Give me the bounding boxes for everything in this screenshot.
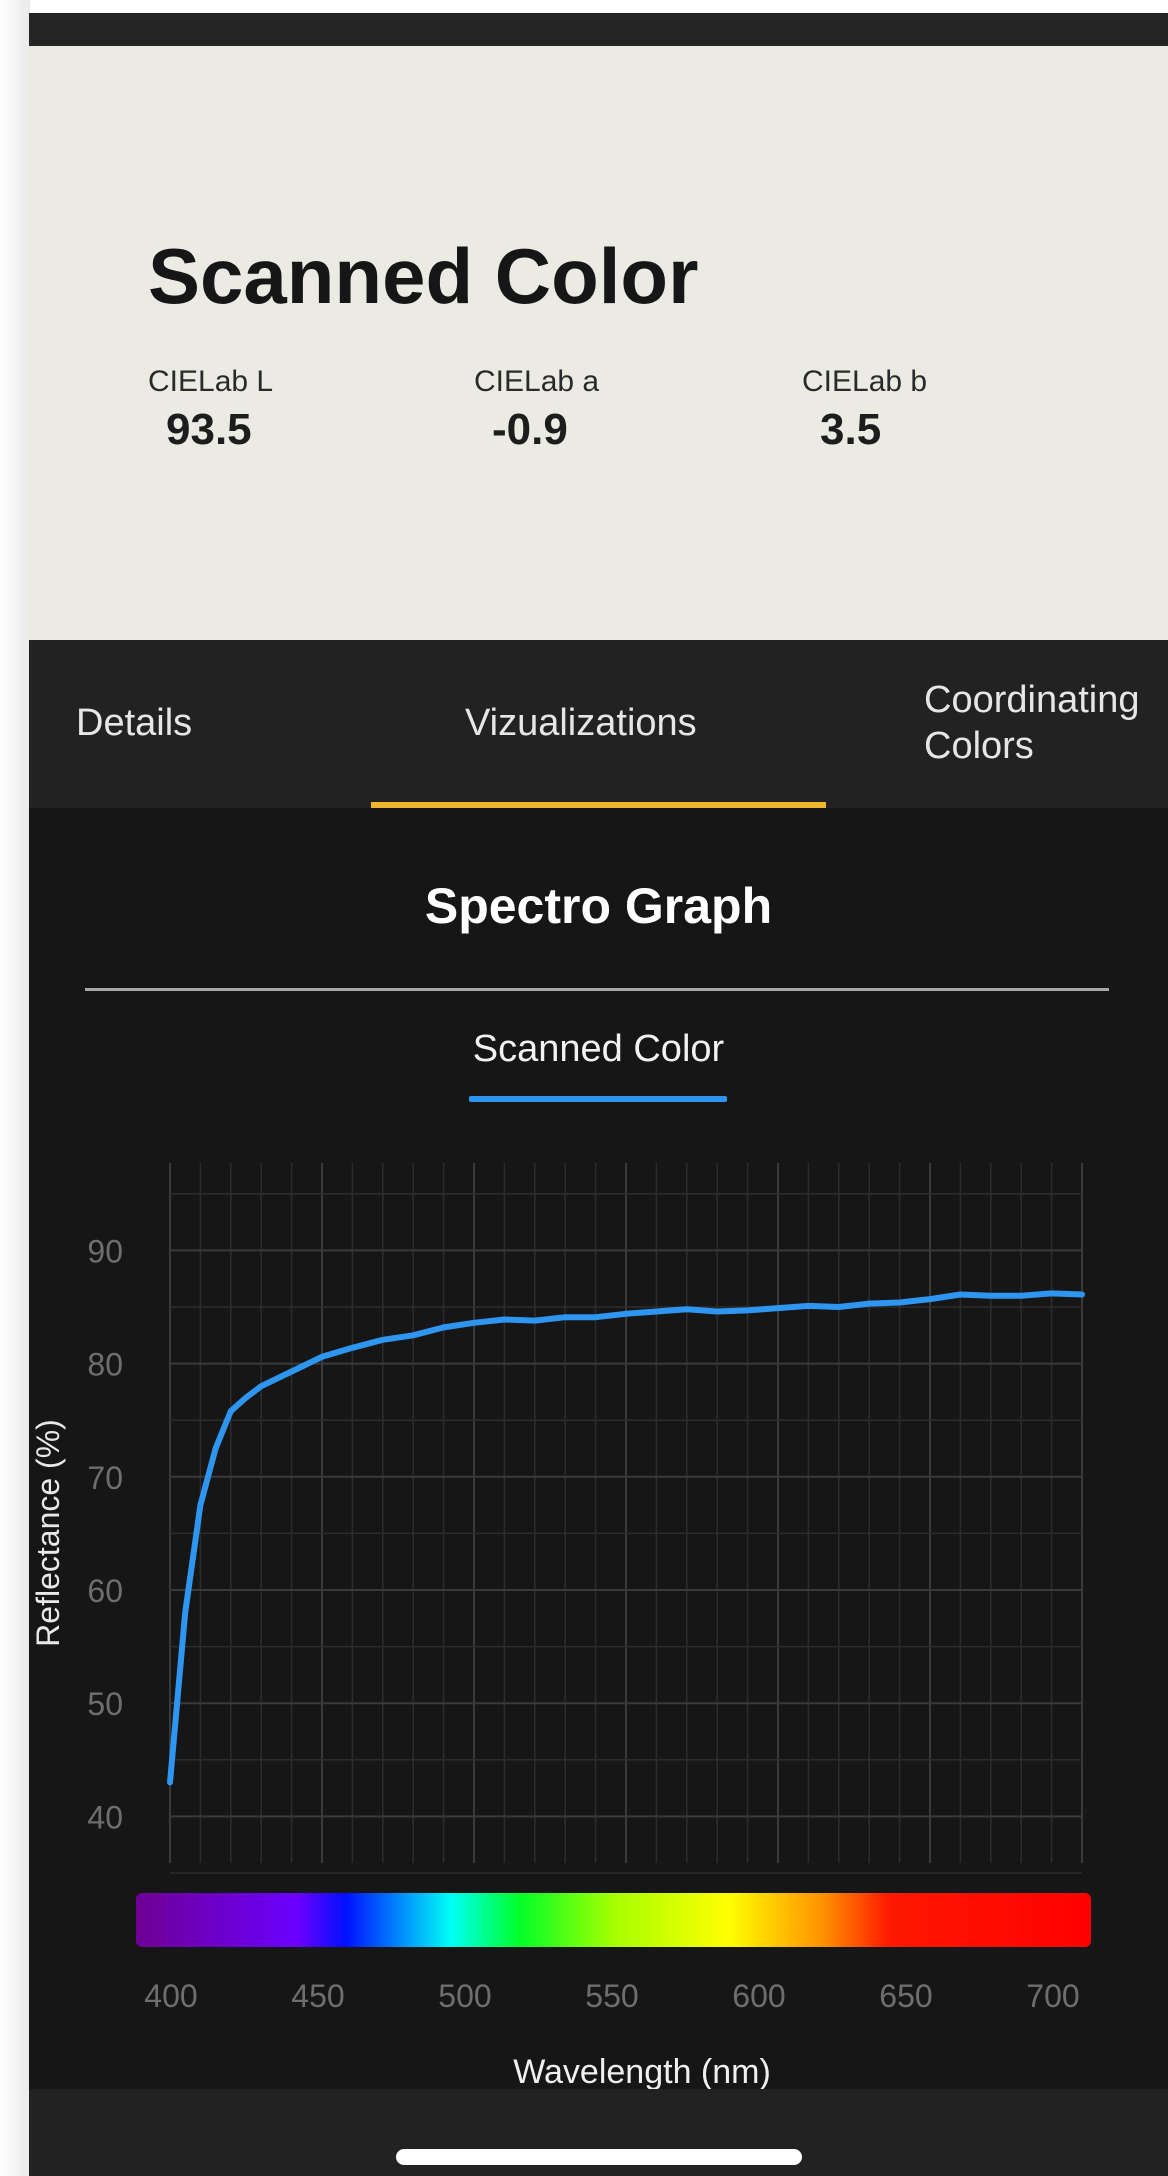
status-bar [29,13,1168,46]
y-tick-label: 90 [87,1233,123,1269]
y-axis-label: Reflectance (%) [30,1419,66,1647]
x-tick-label: 600 [732,1978,785,2014]
x-tick-label: 400 [144,1978,197,2014]
spectro-graph-title: Spectro Graph [424,878,773,934]
y-tick-label: 60 [87,1573,123,1609]
home-indicator[interactable] [396,2149,802,2165]
scanned-color-swatch [29,46,1168,640]
cielab-b-group: CIELab b 3.5 [802,365,1002,455]
legend-swatch-line [469,1096,727,1102]
cielab-b-label: CIELab b [802,365,928,398]
screen-edge-shadow [0,0,30,2176]
cielab-a-group: CIELab a -0.9 [474,365,674,455]
tab-details[interactable]: Details [76,700,192,746]
tab-vizualizations[interactable]: Vizualizations [465,700,697,746]
cielab-l-value: 93.5 [166,405,252,454]
scanned-color-title: Scanned Color [148,232,699,320]
x-axis-label: Wavelength (nm) [513,2053,771,2091]
tab-bar: Details Vizualizations Coordinating Colo… [29,640,1168,808]
legend-label: Scanned Color [472,1028,725,1070]
tab-coordinating-colors[interactable]: Coordinating Colors [924,677,1168,769]
x-tick-label: 550 [585,1978,638,2014]
y-tick-label: 50 [87,1686,123,1722]
x-tick-label: 450 [291,1978,344,2014]
x-tick-label: 700 [1026,1978,1079,2014]
cielab-a-label: CIELab a [474,365,600,398]
cielab-l-group: CIELab L 93.5 [148,365,348,455]
y-axis-ticks: 40 50 60 70 80 90 [87,1233,123,1835]
app-screen: Scanned Color CIELab L 93.5 CIELab a -0.… [29,13,1168,2176]
wavelength-spectrum-bar [136,1893,1091,1947]
x-axis-ticks: 400 450 500 550 600 650 700 [144,1978,1079,2014]
cielab-a-value: -0.9 [492,405,568,454]
section-divider [85,988,1109,991]
y-tick-label: 40 [87,1799,123,1835]
cielab-l-label: CIELab L [148,365,274,398]
x-tick-label: 500 [438,1978,491,2014]
chart-grid [169,1163,1083,1874]
spectro-graph-chart: 40 50 60 70 80 90 Reflectance (%) 400 450 500 55… [30,1163,1091,2091]
y-tick-label: 70 [87,1460,123,1496]
y-tick-label: 80 [87,1347,123,1383]
active-tab-indicator [371,802,826,808]
cielab-b-value: 3.5 [820,405,882,454]
x-tick-label: 650 [879,1978,932,2014]
